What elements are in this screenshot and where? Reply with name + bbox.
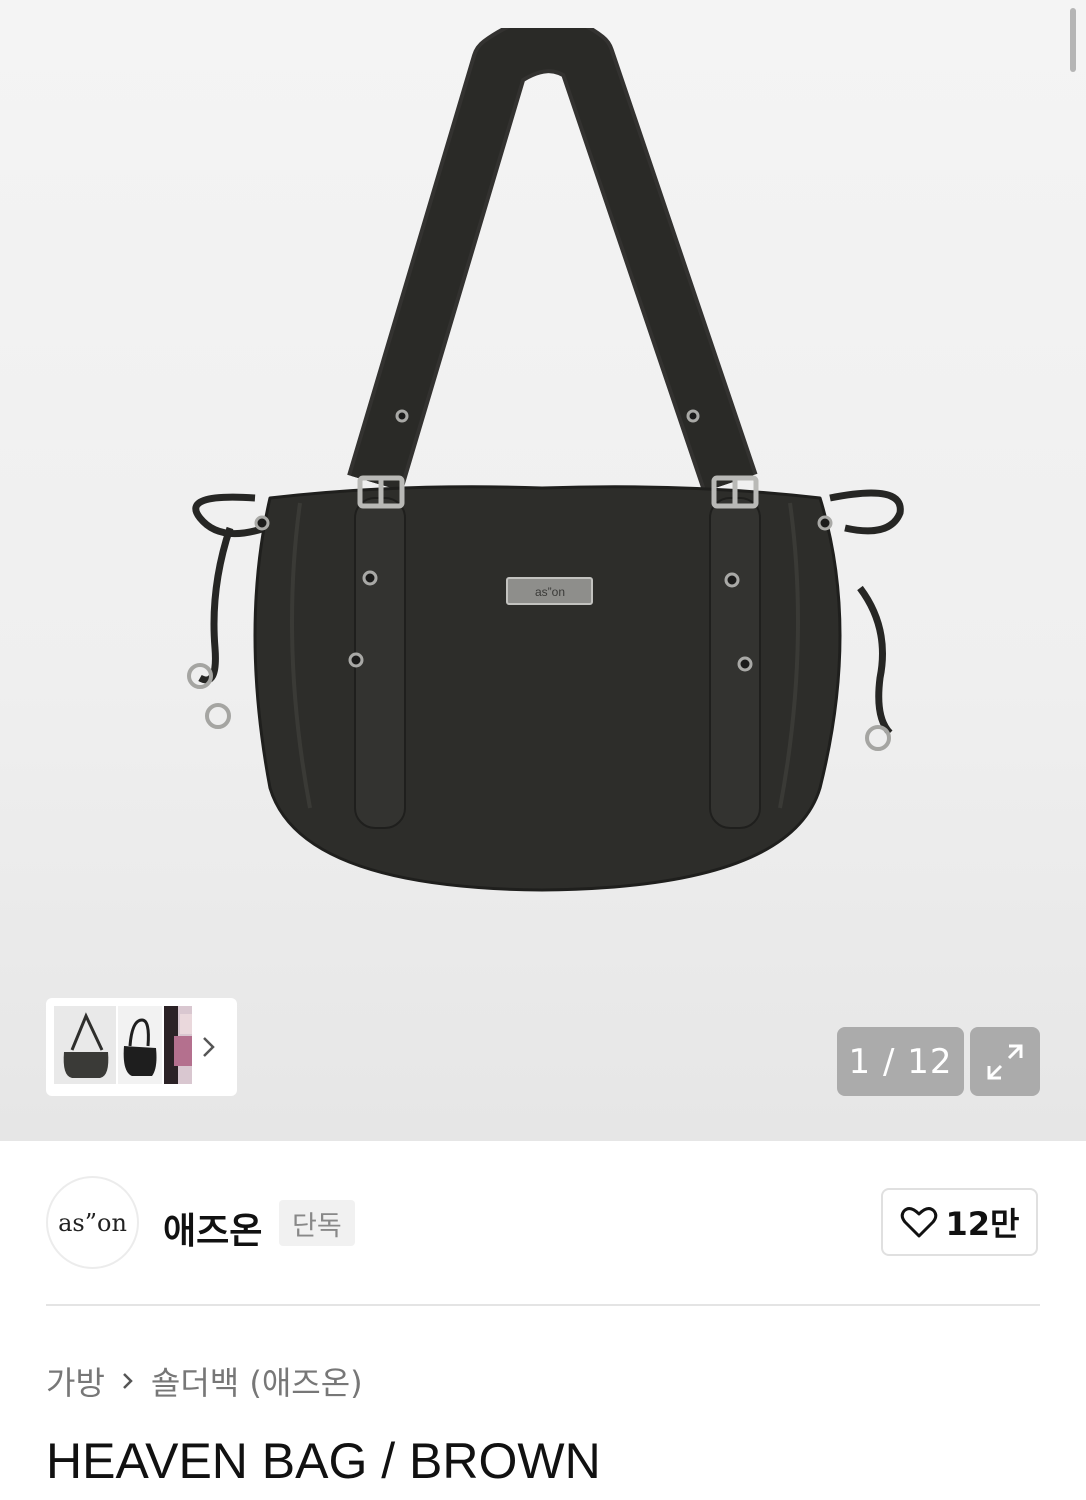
image-counter: 1 / 12: [837, 1027, 964, 1096]
product-title: HEAVEN BAG / BROWN: [46, 1433, 601, 1489]
plate-text: as”on: [535, 585, 565, 599]
thumbnail-3[interactable]: [164, 1006, 192, 1084]
thumbnail-2[interactable]: [118, 1006, 162, 1084]
heart-icon: [900, 1207, 937, 1238]
product-image[interactable]: as”on: [170, 28, 915, 898]
like-count: 12만: [945, 1205, 1020, 1243]
chevron-right-icon: [119, 1369, 137, 1393]
breadcrumb-item-subcategory[interactable]: 숄더백 (애즈온): [151, 1358, 363, 1404]
brand-logo[interactable]: as”on: [46, 1176, 139, 1269]
thumbnail-strip[interactable]: [46, 998, 237, 1096]
breadcrumb: 가방 숄더백 (애즈온): [46, 1358, 363, 1404]
exclusive-badge: 단독: [279, 1200, 355, 1246]
scrollbar[interactable]: [1070, 8, 1076, 72]
expand-icon: [987, 1044, 1023, 1079]
breadcrumb-item-category[interactable]: 가방: [46, 1358, 105, 1404]
divider: [46, 1304, 1040, 1306]
like-button[interactable]: 12만: [881, 1188, 1038, 1256]
brand-row: as”on 애즈온 단독 12만: [46, 1176, 1040, 1272]
thumbnail-next-icon[interactable]: [198, 1034, 220, 1060]
product-gallery[interactable]: as”on 1 / 12: [0, 0, 1086, 1141]
thumbnail-1[interactable]: [54, 1006, 116, 1084]
brand-name[interactable]: 애즈온: [163, 1202, 262, 1254]
fullscreen-button[interactable]: [970, 1027, 1040, 1096]
